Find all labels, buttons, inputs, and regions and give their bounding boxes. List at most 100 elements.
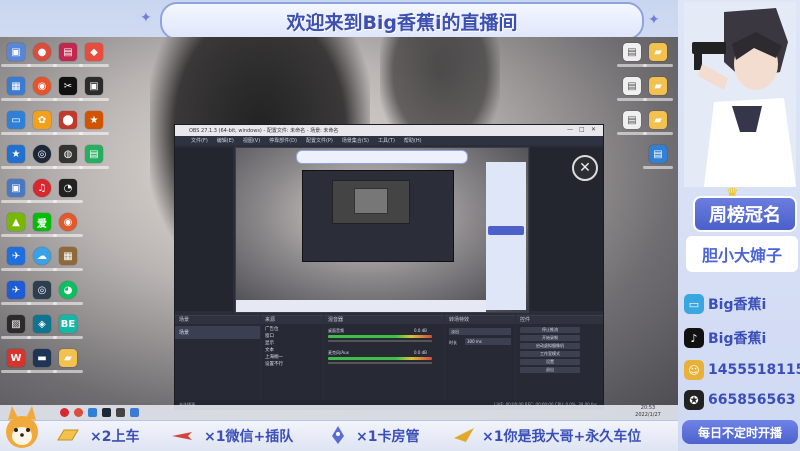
capcut-icon[interactable]: ✂ [53,77,83,101]
wps-icon[interactable]: W [1,349,31,373]
chrome-icon[interactable] [74,408,83,417]
source-dock-title: 来源 [261,316,323,324]
source-item[interactable]: 文本 [265,347,319,354]
maximize-icon[interactable]: □ [579,126,585,133]
transition-select[interactable]: 淡出 [449,328,511,335]
desktop-icon[interactable]: ▬ [27,349,57,373]
contact-row: ▭ Big香蕉i [684,292,766,316]
desktop-icon[interactable]: ◈ [27,315,57,339]
desktop-icon[interactable]: ✈ [1,281,31,305]
netease-music-icon[interactable]: ♫ [27,179,57,203]
menu-file[interactable]: 文件(F) [191,137,208,144]
volume-slider[interactable] [328,340,432,342]
close-icon[interactable]: ✕ [591,126,596,133]
menu-help[interactable]: 帮助(H) [404,137,422,144]
close-icon[interactable]: ✕ [572,155,598,181]
weekly-crown-label: 周榜冠名 [709,205,781,226]
duration-input[interactable]: 300 ms [465,338,511,345]
schedule-badge: 每日不定时开播 [682,420,798,444]
mixer-channel-name: 麦克风/Aux [328,350,349,355]
folder-icon[interactable]: ▰ [53,349,83,373]
nvidia-icon[interactable]: ▲ [1,213,31,237]
file-icon[interactable]: ▤ [643,145,673,169]
volume-slider[interactable] [328,362,432,364]
desktop-icon[interactable]: ★ [1,145,31,169]
app-icon[interactable] [130,408,139,417]
desktop-icon[interactable]: ▣ [1,179,31,203]
folder-icon[interactable]: ▰ [643,77,673,101]
desktop-icon[interactable]: BE [53,315,83,339]
menu-view[interactable]: 视图(V) [243,137,260,144]
explorer-icon[interactable] [88,408,97,417]
chrome-icon[interactable]: ● [27,43,57,67]
exit-button[interactable]: 退出 [520,367,580,373]
desktop-icon[interactable]: ▣ [1,43,31,67]
desktop-icon[interactable]: ▭ [1,111,31,135]
rocket-icon [332,426,344,444]
clock-date: 2022/1/27 [635,412,661,418]
netease-music-icon[interactable] [60,408,69,417]
menu-scene-collection[interactable]: 场景集合(S) [342,137,369,144]
controls-dock-title: 控件 [516,316,603,324]
virtual-camera-button[interactable]: 启动虚拟摄像机 [520,343,580,349]
desktop-icon[interactable]: ▤ [53,43,83,67]
desktop-icon[interactable]: ✈ [1,247,31,271]
source-item[interactable]: 广告位 [265,326,319,333]
contact-text: 1455518115 [708,362,800,378]
desktop-icon[interactable]: ▤ [79,145,109,169]
settings-button[interactable]: 设置 [520,359,580,365]
clock-time: 20:53 [640,405,656,411]
menu-docks[interactable]: 停靠部件(D) [269,137,297,144]
source-item[interactable]: 显示 [265,340,319,347]
folder-icon[interactable]: ▰ [643,111,673,135]
obs-titlebar[interactable]: OBS 27.1.3 (64-bit, windows) - 配置文件: 未命名… [175,125,603,136]
file-icon[interactable]: ▤ [617,77,647,101]
desktop-icon[interactable]: ◆ [79,43,109,67]
desktop-icon[interactable]: ⬤ [53,111,83,135]
desktop-icon[interactable]: ◎ [27,281,57,305]
desktop-capture: ▣ ● ▤ ◆ ▦ ◉ ✂ ▣ ▭ ✿ ⬤ ★ ★ ◎ ◍ ▤ ▣ ♫ ◔ ▲ … [0,37,678,420]
folder-icon[interactable]: ▰ [643,43,673,67]
obs-window[interactable]: OBS 27.1.3 (64-bit, windows) - 配置文件: 未命名… [174,124,604,410]
stop-streaming-button[interactable]: 停止推流 [520,327,580,333]
desktop-icon[interactable]: ☁ [27,247,57,271]
menu-profile[interactable]: 配置文件(P) [306,137,333,144]
contact-row: ♪ Big香蕉i [684,326,766,350]
obs-icon[interactable] [102,408,111,417]
app-icon[interactable] [116,408,125,417]
iqiyi-icon[interactable]: 爱 [27,213,57,237]
desktop-icon[interactable]: ▦ [1,77,31,101]
steam-icon[interactable]: ◎ [27,145,57,169]
contact-text: Big香蕉i [708,297,767,313]
menu-tools[interactable]: 工具(T) [378,137,395,144]
source-item[interactable]: 设置不行 [265,361,319,368]
schedule-text: 每日不定时开播 [697,425,782,440]
file-icon[interactable]: ▤ [617,111,647,135]
file-icon[interactable]: ▤ [617,43,647,67]
wechat-icon[interactable]: ◕ [53,281,83,305]
studio-mode-button[interactable]: 工作室模式 [520,351,580,357]
contact-text: 665856563 [708,392,796,408]
weekly-crown-name: 胆小大婶子 [701,246,782,265]
source-item[interactable]: 窗口 [265,333,319,340]
desktop-icon[interactable]: ▨ [1,315,31,339]
minimize-icon[interactable]: — [567,126,573,133]
desktop-icon[interactable]: ◉ [27,77,57,101]
mixer-channel-db: 0.0 dB [414,328,427,333]
shiba-dog-icon [6,406,38,448]
menu-edit[interactable]: 编辑(E) [217,137,234,144]
desktop-icon[interactable]: ◍ [53,145,83,169]
scene-item[interactable]: 场景 [175,326,260,339]
desktop-icon[interactable]: ▦ [53,247,83,271]
weekly-crown-badge: 周榜冠名 [693,196,797,232]
obs-preview[interactable] [235,147,529,313]
desktop-icon[interactable]: ◉ [53,213,83,237]
desktop-icon[interactable]: ★ [79,111,109,135]
desktop-icon[interactable]: ✿ [27,111,57,135]
source-item[interactable]: 上海桐一 [265,354,319,361]
start-recording-button[interactable]: 开始录制 [520,335,580,341]
desktop-icon[interactable]: ▣ [79,77,109,101]
transition-dock: 转场特效 淡出 时长 300 ms [445,315,515,401]
taskbar-clock[interactable]: 20:53 2022/1/27 [628,405,668,419]
desktop-icon[interactable]: ◔ [53,179,83,203]
